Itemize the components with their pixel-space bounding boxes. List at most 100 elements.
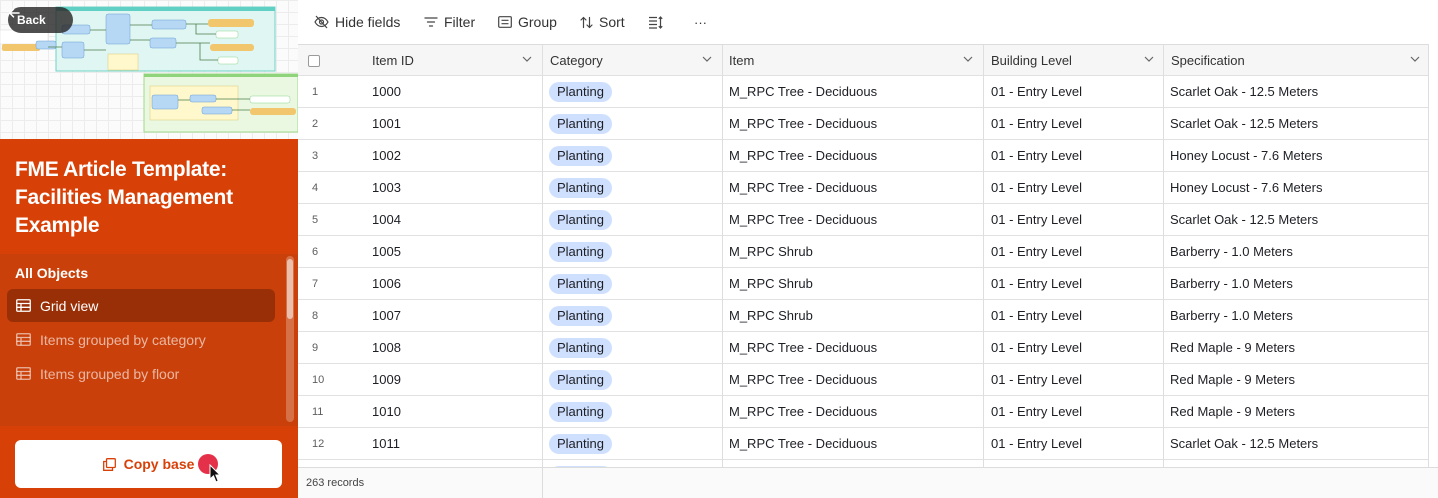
cell-specification[interactable]: Scarlet Oak - 12.5 Meters — [1170, 76, 1425, 107]
cell-building-level[interactable]: 01 - Entry Level — [991, 172, 1161, 203]
filter-button[interactable]: Filter — [424, 8, 475, 36]
copy-base-button[interactable]: Copy base — [15, 440, 282, 488]
cell-specification[interactable]: Honey Locust - 7.6 Meters — [1170, 140, 1425, 171]
select-all-checkbox[interactable] — [308, 54, 320, 67]
table-row[interactable]: 11 1010 Planting M_RPC Tree - Deciduous … — [298, 396, 1429, 428]
sort-button[interactable]: Sort — [580, 8, 625, 36]
cell-item-id[interactable]: 1004 — [372, 204, 532, 235]
cell-specification[interactable]: Red Maple - 9 Meters — [1170, 332, 1425, 363]
chevron-down-icon[interactable] — [702, 56, 712, 62]
select-all-checkbox-cell[interactable] — [308, 45, 338, 76]
cell-item[interactable]: M_RPC Shrub — [729, 300, 979, 331]
chevron-down-icon[interactable] — [963, 56, 973, 62]
cell-building-level[interactable]: 01 - Entry Level — [991, 108, 1161, 139]
column-header-specification[interactable]: Specification — [1171, 45, 1391, 76]
cell-building-level[interactable]: 01 - Entry Level — [991, 332, 1161, 363]
table-row[interactable]: 2 1001 Planting M_RPC Tree - Deciduous 0… — [298, 108, 1429, 140]
cell-item-id[interactable]: 1005 — [372, 236, 532, 267]
cell-building-level[interactable]: 01 - Entry Level — [991, 236, 1161, 267]
cell-building-level[interactable]: 01 - Entry Level — [991, 204, 1161, 235]
cell-building-level[interactable]: 01 - Entry Level — [991, 300, 1161, 331]
column-header-item[interactable]: Item — [729, 45, 949, 76]
cell-item-id[interactable]: 1010 — [372, 396, 532, 427]
table-row[interactable]: 3 1002 Planting M_RPC Tree - Deciduous 0… — [298, 140, 1429, 172]
cell-category[interactable]: Planting — [549, 428, 719, 459]
cell-building-level[interactable]: 01 - Entry Level — [991, 428, 1161, 459]
cell-item[interactable]: M_RPC Tree - Deciduous — [729, 76, 979, 107]
chevron-down-icon[interactable] — [1410, 56, 1420, 62]
table-row[interactable]: 9 1008 Planting M_RPC Tree - Deciduous 0… — [298, 332, 1429, 364]
table-row[interactable]: 12 1011 Planting M_RPC Tree - Deciduous … — [298, 428, 1429, 460]
cell-item-id[interactable]: 1009 — [372, 364, 532, 395]
cell-specification[interactable]: Red Maple - 9 Meters — [1170, 364, 1425, 395]
cell-specification[interactable]: Scarlet Oak - 12.5 Meters — [1170, 108, 1425, 139]
cell-specification[interactable]: Barberry - 1.0 Meters — [1170, 268, 1425, 299]
cell-item-id[interactable]: 1000 — [372, 76, 532, 107]
row-height-button[interactable] — [648, 8, 663, 36]
cell-item[interactable]: M_RPC Tree - Deciduous — [729, 364, 979, 395]
table-row[interactable]: 10 1009 Planting M_RPC Tree - Deciduous … — [298, 364, 1429, 396]
cell-item-id[interactable]: 1011 — [372, 428, 532, 459]
cell-category[interactable]: Planting — [549, 300, 719, 331]
cell-building-level[interactable]: 01 - Entry Level — [991, 268, 1161, 299]
table-row[interactable]: 7 1006 Planting M_RPC Shrub 01 - Entry L… — [298, 268, 1429, 300]
sidebar-scrollbar-thumb[interactable] — [287, 259, 293, 319]
cell-item[interactable]: M_RPC Tree - Deciduous — [729, 332, 979, 363]
cell-item-id[interactable]: 1001 — [372, 108, 532, 139]
cell-item-id[interactable]: 1006 — [372, 268, 532, 299]
cell-item[interactable]: M_RPC Tree - Deciduous — [729, 428, 979, 459]
table-row[interactable]: 8 1007 Planting M_RPC Shrub 01 - Entry L… — [298, 300, 1429, 332]
group-button[interactable]: Group — [498, 8, 557, 36]
column-header-item-id[interactable]: Item ID — [372, 45, 532, 76]
table-row[interactable]: 4 1003 Planting M_RPC Tree - Deciduous 0… — [298, 172, 1429, 204]
cell-category[interactable]: Planting — [549, 172, 719, 203]
cell-item[interactable]: M_RPC Tree - Deciduous — [729, 140, 979, 171]
cell-item-id[interactable]: 1007 — [372, 300, 532, 331]
cell-category[interactable]: Planting — [549, 76, 719, 107]
cell-specification[interactable]: Scarlet Oak - 12.5 Meters — [1170, 204, 1425, 235]
more-options-button[interactable]: ··· — [694, 8, 707, 36]
cell-category[interactable]: Planting — [549, 108, 719, 139]
cell-item-id[interactable]: 1003 — [372, 172, 532, 203]
column-header-category[interactable]: Category — [550, 45, 710, 76]
table-row[interactable]: 1 1000 Planting M_RPC Tree - Deciduous 0… — [298, 76, 1429, 108]
column-header-building-level[interactable]: Building Level — [991, 45, 1151, 76]
cell-item[interactable]: M_RPC Tree - Deciduous — [729, 172, 979, 203]
cell-specification[interactable]: Scarlet Oak - 12.5 Meters — [1170, 428, 1425, 459]
cell-item[interactable]: M_RPC Tree - Deciduous — [729, 108, 979, 139]
view-item-grouped-by-category[interactable]: Items grouped by category — [7, 323, 275, 356]
cell-category[interactable]: Planting — [549, 332, 719, 363]
cell-item-id[interactable]: 1002 — [372, 140, 532, 171]
chevron-down-icon[interactable] — [522, 56, 532, 62]
table-row[interactable]: 5 1004 Planting M_RPC Tree - Deciduous 0… — [298, 204, 1429, 236]
cell-specification[interactable]: Honey Locust - 7.6 Meters — [1170, 172, 1425, 203]
sidebar-scrollbar[interactable] — [286, 256, 294, 422]
hide-fields-button[interactable]: Hide fields — [314, 8, 400, 36]
cell-item[interactable]: M_RPC Shrub — [729, 236, 979, 267]
table-row[interactable]: 6 1005 Planting M_RPC Shrub 01 - Entry L… — [298, 236, 1429, 268]
cell-item[interactable]: M_RPC Tree - Deciduous — [729, 396, 979, 427]
table-row-partial[interactable] — [298, 460, 1429, 467]
cell-specification[interactable]: Red Maple - 9 Meters — [1170, 396, 1425, 427]
view-item-grouped-by-floor[interactable]: Items grouped by floor — [7, 357, 275, 390]
cell-specification[interactable]: Barberry - 1.0 Meters — [1170, 236, 1425, 267]
chevron-down-icon[interactable] — [1144, 56, 1154, 62]
cell-category[interactable]: Planting — [549, 204, 719, 235]
cell-category[interactable]: Planting — [549, 236, 719, 267]
cell-category[interactable]: Planting — [549, 140, 719, 171]
cell-item-id[interactable]: 1008 — [372, 332, 532, 363]
app-window: Back FME Article Template: Facilities Ma… — [0, 0, 1438, 498]
cell-specification[interactable]: Barberry - 1.0 Meters — [1170, 300, 1425, 331]
cell-building-level[interactable]: 01 - Entry Level — [991, 396, 1161, 427]
cell-category[interactable] — [549, 460, 719, 467]
cell-category[interactable]: Planting — [549, 364, 719, 395]
cell-building-level[interactable]: 01 - Entry Level — [991, 140, 1161, 171]
cell-item[interactable]: M_RPC Shrub — [729, 268, 979, 299]
cell-category[interactable]: Planting — [549, 268, 719, 299]
back-button[interactable]: Back — [8, 7, 73, 33]
cell-item[interactable]: M_RPC Tree - Deciduous — [729, 204, 979, 235]
view-item-grid-view[interactable]: Grid view — [7, 289, 275, 322]
cell-building-level[interactable]: 01 - Entry Level — [991, 364, 1161, 395]
cell-building-level[interactable]: 01 - Entry Level — [991, 76, 1161, 107]
cell-category[interactable]: Planting — [549, 396, 719, 427]
